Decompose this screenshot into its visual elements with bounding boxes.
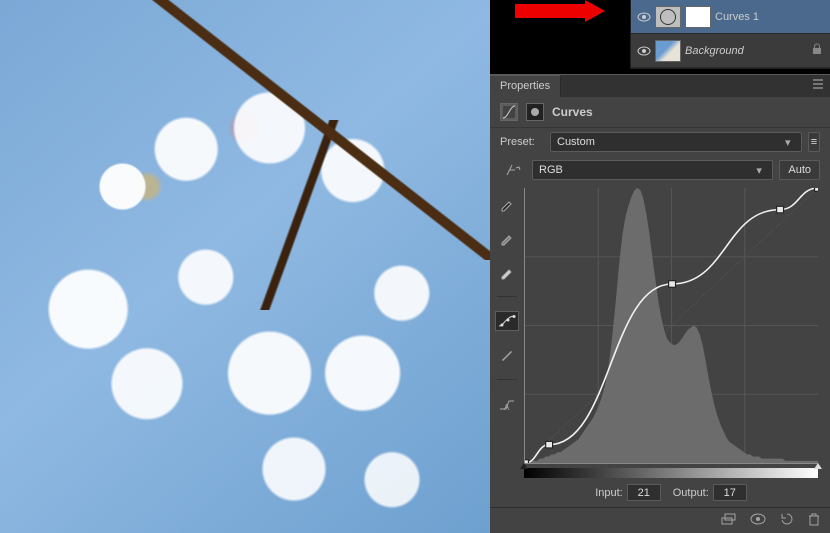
trash-icon[interactable] (808, 512, 820, 529)
white-point-slider[interactable] (814, 463, 822, 469)
properties-panel: Properties Curves Preset: Custom ▾ ≡ RGB… (490, 74, 830, 533)
svg-text:A: A (504, 403, 510, 411)
output-label: Output: (673, 487, 709, 499)
curve-point[interactable] (815, 188, 818, 191)
lock-icon (812, 43, 824, 58)
layer-row-curves[interactable]: Curves 1 (631, 0, 830, 34)
divider (497, 296, 517, 297)
layer-thumbnail-icon (655, 40, 681, 62)
preset-select[interactable]: Custom ▾ (550, 132, 802, 152)
preset-value: Custom (557, 136, 595, 148)
curve-point[interactable] (777, 206, 784, 212)
properties-tabbar: Properties (490, 75, 830, 97)
edit-points-tool-icon[interactable] (495, 311, 519, 331)
view-previous-icon[interactable] (750, 513, 766, 528)
io-readout: Input: Output: (524, 478, 818, 505)
preset-more-button[interactable]: ≡ (808, 132, 820, 152)
eyedropper-black-icon[interactable] (495, 194, 519, 214)
layers-panel: Curves 1 Background (630, 0, 830, 69)
eyedropper-gray-icon[interactable] (495, 228, 519, 248)
black-point-slider[interactable] (520, 463, 528, 469)
annotation-arrow (515, 0, 605, 22)
preset-label: Preset: (500, 136, 544, 148)
adjustment-thumbnail-icon (655, 6, 681, 28)
divider (497, 379, 517, 380)
curve-point[interactable] (669, 281, 676, 287)
document-canvas[interactable] (0, 0, 490, 533)
mask-thumbnail-icon (685, 6, 711, 28)
target-adjust-icon[interactable] (500, 160, 526, 180)
layer-row-background[interactable]: Background (631, 34, 830, 68)
channel-row: RGB ▾ Auto (490, 156, 830, 184)
properties-footer (490, 507, 830, 533)
draw-curve-tool-icon[interactable] (495, 345, 519, 365)
properties-title: Curves (552, 105, 593, 119)
clip-icon[interactable] (720, 512, 736, 529)
chevron-down-icon: ▾ (785, 136, 795, 149)
reset-icon[interactable] (780, 512, 794, 529)
input-gradient[interactable] (524, 468, 818, 478)
channel-select[interactable]: RGB ▾ (532, 160, 773, 180)
visibility-toggle-icon[interactable] (637, 10, 651, 24)
curves-graph[interactable] (524, 188, 818, 464)
mask-mode-icon[interactable] (526, 103, 544, 121)
visibility-toggle-icon[interactable] (637, 44, 651, 58)
input-value-field[interactable] (627, 484, 661, 501)
curves-tool-column: A (490, 184, 524, 507)
tab-properties[interactable]: Properties (490, 75, 561, 97)
preset-row: Preset: Custom ▾ ≡ (490, 128, 830, 156)
channel-value: RGB (539, 164, 563, 176)
curve-point[interactable] (546, 441, 553, 447)
input-label: Input: (595, 487, 623, 499)
auto-button[interactable]: Auto (779, 160, 820, 180)
panel-menu-icon[interactable] (806, 75, 830, 96)
layer-name[interactable]: Curves 1 (715, 11, 824, 23)
eyedropper-white-icon[interactable] (495, 262, 519, 282)
properties-header: Curves (490, 97, 830, 128)
chevron-down-icon: ▾ (756, 164, 766, 177)
clip-to-layer-icon[interactable]: A (495, 394, 519, 414)
output-value-field[interactable] (713, 484, 747, 501)
layer-name[interactable]: Background (685, 45, 812, 57)
curves-icon (500, 103, 518, 121)
